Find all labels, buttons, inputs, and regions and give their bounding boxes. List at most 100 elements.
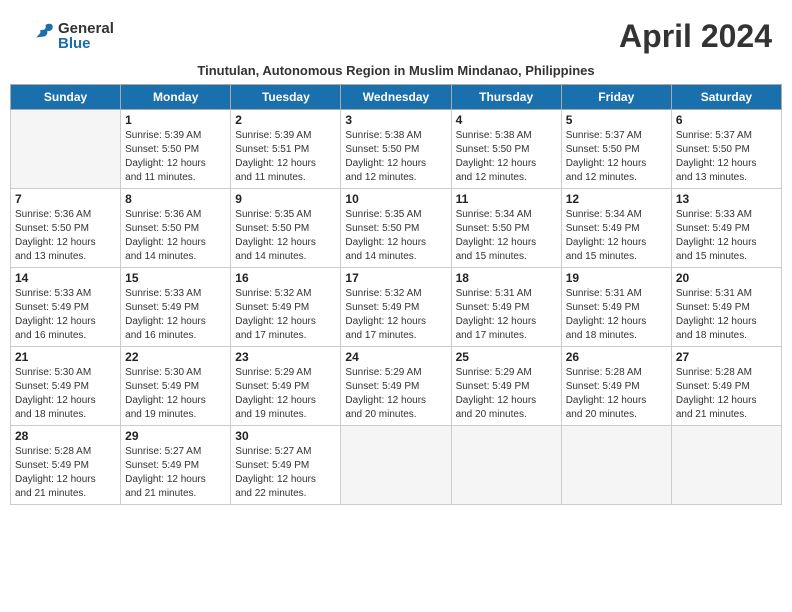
day-number: 1 — [125, 113, 226, 127]
day-number: 20 — [676, 271, 777, 285]
day-number: 23 — [235, 350, 336, 364]
day-number: 26 — [566, 350, 667, 364]
day-number: 2 — [235, 113, 336, 127]
calendar-cell: 5 Sunrise: 5:37 AM Sunset: 5:50 PM Daylig… — [561, 110, 671, 189]
column-header-saturday: Saturday — [671, 85, 781, 110]
day-number: 19 — [566, 271, 667, 285]
day-info: Sunrise: 5:27 AM Sunset: 5:49 PM Dayligh… — [235, 445, 336, 501]
day-info: Sunrise: 5:28 AM Sunset: 5:49 PM Dayligh… — [15, 445, 116, 501]
calendar-week-5: 28 Sunrise: 5:28 AM Sunset: 5:49 PM Dayli… — [11, 426, 782, 505]
day-number: 9 — [235, 192, 336, 206]
day-info: Sunrise: 5:37 AM Sunset: 5:50 PM Dayligh… — [566, 129, 667, 185]
day-number: 7 — [15, 192, 116, 206]
day-info: Sunrise: 5:37 AM Sunset: 5:50 PM Dayligh… — [676, 129, 777, 185]
logo-general-text: General — [58, 21, 114, 36]
day-number: 10 — [345, 192, 446, 206]
calendar-cell: 23 Sunrise: 5:29 AM Sunset: 5:49 PM Dayli… — [231, 347, 341, 426]
day-number: 8 — [125, 192, 226, 206]
calendar-cell: 16Sunrise: 5:32 AM Sunset: 5:49 PM Dayli… — [231, 268, 341, 347]
calendar-cell — [671, 426, 781, 505]
day-info: Sunrise: 5:31 AM Sunset: 5:49 PM Dayligh… — [456, 287, 557, 343]
day-info: Sunrise: 5:32 AM Sunset: 5:49 PM Dayligh… — [345, 287, 446, 343]
day-number: 15 — [125, 271, 226, 285]
calendar-table: SundayMondayTuesdayWednesdayThursdayFrid… — [10, 84, 782, 505]
day-info: Sunrise: 5:36 AM Sunset: 5:50 PM Dayligh… — [15, 208, 116, 264]
calendar-cell: 26 Sunrise: 5:28 AM Sunset: 5:49 PM Dayli… — [561, 347, 671, 426]
day-info: Sunrise: 5:36 AM Sunset: 5:50 PM Dayligh… — [125, 208, 226, 264]
calendar-cell: 19 Sunrise: 5:31 AM Sunset: 5:49 PM Dayli… — [561, 268, 671, 347]
day-number: 17 — [345, 271, 446, 285]
calendar-cell: 11Sunrise: 5:34 AM Sunset: 5:50 PM Dayli… — [451, 189, 561, 268]
calendar-cell: 20Sunrise: 5:31 AM Sunset: 5:49 PM Dayli… — [671, 268, 781, 347]
calendar-cell: 6 Sunrise: 5:37 AM Sunset: 5:50 PM Daylig… — [671, 110, 781, 189]
day-info: Sunrise: 5:29 AM Sunset: 5:49 PM Dayligh… — [456, 366, 557, 422]
calendar-cell — [341, 426, 451, 505]
calendar-cell — [11, 110, 121, 189]
day-info: Sunrise: 5:33 AM Sunset: 5:49 PM Dayligh… — [125, 287, 226, 343]
column-header-sunday: Sunday — [11, 85, 121, 110]
day-number: 14 — [15, 271, 116, 285]
day-info: Sunrise: 5:30 AM Sunset: 5:49 PM Dayligh… — [15, 366, 116, 422]
calendar-cell: 9 Sunrise: 5:35 AM Sunset: 5:50 PM Daylig… — [231, 189, 341, 268]
calendar-cell: 25 Sunrise: 5:29 AM Sunset: 5:49 PM Dayli… — [451, 347, 561, 426]
day-info: Sunrise: 5:35 AM Sunset: 5:50 PM Dayligh… — [235, 208, 336, 264]
day-number: 5 — [566, 113, 667, 127]
calendar-cell: 24 Sunrise: 5:29 AM Sunset: 5:49 PM Dayli… — [341, 347, 451, 426]
calendar-cell: 13 Sunrise: 5:33 AM Sunset: 5:49 PM Dayli… — [671, 189, 781, 268]
page-header: General Blue April 2024 — [10, 10, 782, 59]
calendar-cell: 30 Sunrise: 5:27 AM Sunset: 5:49 PM Dayli… — [231, 426, 341, 505]
calendar-cell — [561, 426, 671, 505]
day-number: 4 — [456, 113, 557, 127]
calendar-cell: 28 Sunrise: 5:28 AM Sunset: 5:49 PM Dayli… — [11, 426, 121, 505]
calendar-cell: 3Sunrise: 5:38 AM Sunset: 5:50 PM Daylig… — [341, 110, 451, 189]
calendar-week-4: 21Sunrise: 5:30 AM Sunset: 5:49 PM Dayli… — [11, 347, 782, 426]
calendar-header-row: SundayMondayTuesdayWednesdayThursdayFrid… — [11, 85, 782, 110]
calendar-cell: 2Sunrise: 5:39 AM Sunset: 5:51 PM Daylig… — [231, 110, 341, 189]
day-info: Sunrise: 5:39 AM Sunset: 5:50 PM Dayligh… — [125, 129, 226, 185]
day-info: Sunrise: 5:30 AM Sunset: 5:49 PM Dayligh… — [125, 366, 226, 422]
column-header-friday: Friday — [561, 85, 671, 110]
day-info: Sunrise: 5:35 AM Sunset: 5:50 PM Dayligh… — [345, 208, 446, 264]
day-number: 6 — [676, 113, 777, 127]
column-header-monday: Monday — [121, 85, 231, 110]
day-number: 24 — [345, 350, 446, 364]
day-number: 11 — [456, 192, 557, 206]
day-number: 30 — [235, 429, 336, 443]
calendar-cell: 17 Sunrise: 5:32 AM Sunset: 5:49 PM Dayli… — [341, 268, 451, 347]
day-info: Sunrise: 5:33 AM Sunset: 5:49 PM Dayligh… — [676, 208, 777, 264]
day-number: 13 — [676, 192, 777, 206]
day-info: Sunrise: 5:38 AM Sunset: 5:50 PM Dayligh… — [456, 129, 557, 185]
calendar-cell: 8 Sunrise: 5:36 AM Sunset: 5:50 PM Daylig… — [121, 189, 231, 268]
calendar-week-1: 1 Sunrise: 5:39 AM Sunset: 5:50 PM Daylig… — [11, 110, 782, 189]
day-number: 28 — [15, 429, 116, 443]
day-number: 12 — [566, 192, 667, 206]
calendar-week-3: 14 Sunrise: 5:33 AM Sunset: 5:49 PM Dayli… — [11, 268, 782, 347]
day-number: 22 — [125, 350, 226, 364]
logo-blue-text: Blue — [58, 36, 114, 51]
day-number: 25 — [456, 350, 557, 364]
calendar-cell: 15 Sunrise: 5:33 AM Sunset: 5:49 PM Dayli… — [121, 268, 231, 347]
calendar-cell: 14 Sunrise: 5:33 AM Sunset: 5:49 PM Dayli… — [11, 268, 121, 347]
logo-icon — [20, 18, 56, 54]
day-number: 29 — [125, 429, 226, 443]
calendar-cell: 4 Sunrise: 5:38 AM Sunset: 5:50 PM Daylig… — [451, 110, 561, 189]
day-info: Sunrise: 5:33 AM Sunset: 5:49 PM Dayligh… — [15, 287, 116, 343]
column-header-thursday: Thursday — [451, 85, 561, 110]
day-info: Sunrise: 5:38 AM Sunset: 5:50 PM Dayligh… — [345, 129, 446, 185]
calendar-cell: 21Sunrise: 5:30 AM Sunset: 5:49 PM Dayli… — [11, 347, 121, 426]
day-number: 16 — [235, 271, 336, 285]
calendar-cell: 18 Sunrise: 5:31 AM Sunset: 5:49 PM Dayli… — [451, 268, 561, 347]
day-info: Sunrise: 5:29 AM Sunset: 5:49 PM Dayligh… — [345, 366, 446, 422]
day-number: 27 — [676, 350, 777, 364]
calendar-cell: 10 Sunrise: 5:35 AM Sunset: 5:50 PM Dayli… — [341, 189, 451, 268]
day-number: 18 — [456, 271, 557, 285]
calendar-week-2: 7 Sunrise: 5:36 AM Sunset: 5:50 PM Daylig… — [11, 189, 782, 268]
logo: General Blue — [20, 18, 114, 54]
page-subtitle: Tinutulan, Autonomous Region in Muslim M… — [10, 63, 782, 78]
day-info: Sunrise: 5:27 AM Sunset: 5:49 PM Dayligh… — [125, 445, 226, 501]
day-info: Sunrise: 5:29 AM Sunset: 5:49 PM Dayligh… — [235, 366, 336, 422]
calendar-cell: 7 Sunrise: 5:36 AM Sunset: 5:50 PM Daylig… — [11, 189, 121, 268]
day-info: Sunrise: 5:28 AM Sunset: 5:49 PM Dayligh… — [676, 366, 777, 422]
day-info: Sunrise: 5:31 AM Sunset: 5:49 PM Dayligh… — [566, 287, 667, 343]
day-info: Sunrise: 5:28 AM Sunset: 5:49 PM Dayligh… — [566, 366, 667, 422]
